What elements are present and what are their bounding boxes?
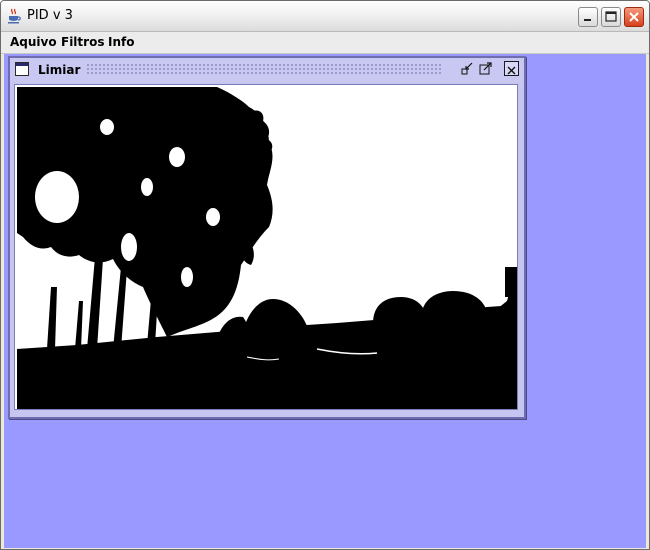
main-window: PID v 3 Aquivo Filtros Info Limiar xyxy=(0,0,650,550)
restore-down-icon xyxy=(461,62,473,75)
menu-info[interactable]: Info xyxy=(108,35,134,49)
window-title: PID v 3 xyxy=(27,8,73,23)
internal-frame-title: Limiar xyxy=(38,63,81,77)
java-cup-icon[interactable] xyxy=(7,8,21,24)
menu-filtros[interactable]: Filtros xyxy=(61,35,104,49)
internal-frame-limiar: Limiar xyxy=(8,56,526,419)
title-grip xyxy=(86,63,442,75)
menu-bar: Aquivo Filtros Info xyxy=(1,32,649,54)
maximize-button[interactable] xyxy=(601,7,621,27)
image-panel xyxy=(14,84,518,410)
desktop-pane: Limiar xyxy=(4,54,646,548)
close-icon xyxy=(629,12,639,22)
iconify-button[interactable] xyxy=(460,61,475,76)
maximize-frame-button[interactable] xyxy=(478,61,493,76)
maximize-icon xyxy=(605,11,617,22)
internal-frame-title-bar[interactable]: Limiar xyxy=(10,58,524,82)
minimize-button[interactable] xyxy=(578,7,598,27)
minimize-icon xyxy=(584,19,591,21)
title-bar[interactable]: PID v 3 xyxy=(1,1,649,32)
close-icon xyxy=(507,66,516,75)
menu-aquivo[interactable]: Aquivo xyxy=(10,35,57,49)
maximize-icon xyxy=(479,62,492,75)
close-button[interactable] xyxy=(624,7,644,27)
threshold-image xyxy=(17,87,517,409)
close-frame-button[interactable] xyxy=(504,61,519,76)
window-icon[interactable] xyxy=(15,62,29,76)
